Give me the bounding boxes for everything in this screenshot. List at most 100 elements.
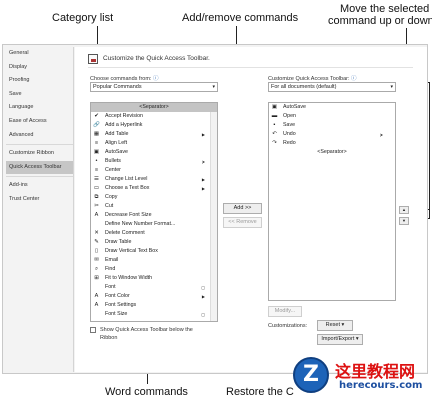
list-item[interactable]: ↷ Redo xyxy=(269,139,395,148)
show-below-ribbon-checkbox[interactable] xyxy=(90,327,96,333)
nav-item-display[interactable]: Display xyxy=(6,61,73,75)
qat-commands-list[interactable]: ▣ AutoSave ▬ Open ▪ Save ↶ Undo |▸ ↷ Redo <Separato… xyxy=(268,102,396,301)
modify-button[interactable]: Modify... xyxy=(268,306,302,317)
nav-item-trust-center[interactable]: Trust Center xyxy=(6,193,73,207)
reset-button[interactable]: Reset ▾ xyxy=(317,320,353,331)
choose-a-text-box-icon: ▭ xyxy=(93,185,100,191)
submenu-indicator-icon: ▢ xyxy=(201,312,205,317)
divider xyxy=(88,67,413,68)
list-item-label: Font Settings xyxy=(105,302,137,308)
autosave-icon: ▣ xyxy=(271,104,278,110)
list-item[interactable]: • Bullets |▸ xyxy=(91,157,217,166)
submenu-indicator-icon: ▶ xyxy=(201,177,205,182)
list-item[interactable]: ▬ Open xyxy=(269,112,395,121)
nav-item-proofing[interactable]: Proofing xyxy=(6,74,73,88)
chevron-down-icon: ▾ xyxy=(212,84,215,90)
list-item-label: Undo xyxy=(283,131,296,137)
fit-to-window-width-icon: ⊞ xyxy=(94,275,99,281)
customize-qat-dropdown[interactable]: For all documents (default) ▾ xyxy=(268,82,396,92)
delete-comment-icon: ✕ xyxy=(94,230,99,236)
show-below-ribbon-label: Show Quick Access Toolbar below the xyxy=(100,327,193,333)
nav-item-add-ins[interactable]: Add-ins xyxy=(6,179,73,193)
list-item[interactable]: Font Size ▢ xyxy=(91,310,217,319)
list-item[interactable]: ✔ Accept Revision xyxy=(91,112,217,121)
list-item[interactable]: A Decrease Font Size xyxy=(91,211,217,220)
nav-item-ease-of-access[interactable]: Ease of Access xyxy=(6,115,73,129)
available-commands-list[interactable]: <Separator> ✔ Accept Revision 🔗 Add a Hyperl… xyxy=(90,102,218,322)
list-item[interactable]: ▭ Choose a Text Box ▶ xyxy=(91,184,217,193)
nav-item-save[interactable]: Save xyxy=(6,88,73,102)
nav-item-language[interactable]: Language xyxy=(6,101,73,115)
list-item[interactable]: ✂ Cut xyxy=(91,202,217,211)
add-button[interactable]: Add >> xyxy=(223,203,262,214)
choose-commands-dropdown[interactable]: Popular Commands ▾ xyxy=(90,82,218,92)
list-item[interactable]: Define New Number Format... xyxy=(91,220,217,229)
list-item[interactable]: ⊞ Fit to Window Width xyxy=(91,274,217,283)
import-export-button[interactable]: Import/Export ▾ xyxy=(317,334,363,345)
list-item-label: Change List Level xyxy=(105,176,148,182)
accept-revision-icon: ✔ xyxy=(94,113,99,119)
list-item[interactable]: 🔗 Add a Hyperlink xyxy=(91,121,217,130)
qat-customize-panel: Customize the Quick Access Toolbar. Choo… xyxy=(75,47,427,372)
decrease-font-size-icon: A xyxy=(94,212,99,218)
list-item[interactable]: ↶ Undo |▸ xyxy=(269,130,395,139)
remove-button[interactable]: << Remove xyxy=(223,217,262,228)
nav-item-customize-ribbon[interactable]: Customize Ribbon xyxy=(6,147,73,161)
list-item[interactable]: A Font Color ▶ xyxy=(91,292,217,301)
logo-icon: Z xyxy=(293,357,329,393)
list-item[interactable]: ≡ Center xyxy=(91,166,217,175)
callout-line xyxy=(429,82,430,218)
nav-item-general[interactable]: General xyxy=(6,47,73,61)
list-item-label: Save xyxy=(283,122,296,128)
list-item[interactable]: <Separator> xyxy=(269,148,395,157)
list-item-label: Define New Number Format... xyxy=(105,221,176,227)
list-item[interactable]: ☰ Change List Level ▶ xyxy=(91,175,217,184)
list-item-label: Bullets xyxy=(105,158,121,164)
list-item[interactable]: ≡ Align Left xyxy=(91,139,217,148)
list-item[interactable]: ▣ AutoSave xyxy=(91,148,217,157)
move-up-button[interactable]: ▲ xyxy=(399,206,409,214)
list-item[interactable]: <Separator> xyxy=(91,103,217,112)
nav-item-quick-access-toolbar[interactable]: Quick Access Toolbar xyxy=(6,160,73,175)
callout-add-remove: Add/remove commands xyxy=(182,12,299,24)
list-item[interactable]: ⌕ Find xyxy=(91,265,217,274)
draw-table-icon: ✎ xyxy=(94,239,99,245)
list-item[interactable]: Font ▢ xyxy=(91,283,217,292)
move-down-button[interactable]: ▼ xyxy=(399,217,409,225)
nav-divider xyxy=(6,144,73,146)
open-icon: ▬ xyxy=(271,113,278,119)
customize-qat-label: Customize Quick Access Toolbar: ⓘ xyxy=(268,76,357,82)
list-item[interactable]: ⧉ Copy xyxy=(91,193,217,202)
draw-vertical-text-box-icon: ▯ xyxy=(94,248,99,254)
email-icon: ✉ xyxy=(94,257,99,263)
list-item-label: Align Left xyxy=(105,140,128,146)
list-item[interactable]: ▦ Add Table ▶ xyxy=(91,130,217,139)
bullets-icon: • xyxy=(95,158,98,164)
list-item-label: Fit to Window Width xyxy=(105,275,153,281)
list-item[interactable]: ▯ Draw Vertical Text Box xyxy=(91,247,217,256)
list-item-label: Font xyxy=(105,284,116,290)
list-item[interactable]: ✕ Delete Comment xyxy=(91,229,217,238)
nav-item-advanced[interactable]: Advanced xyxy=(6,129,73,143)
list-item-label: Add a Hyperlink xyxy=(105,122,143,128)
submenu-indicator-icon: ▢ xyxy=(201,285,205,290)
copy-icon: ⧉ xyxy=(94,194,99,200)
toolbar-icon xyxy=(88,54,98,64)
list-item-label: AutoSave xyxy=(105,149,128,155)
list-item-label: Choose a Text Box xyxy=(105,185,150,191)
watermark-title: 这里教程网 xyxy=(335,362,416,381)
customizations-label: Customizations: xyxy=(268,323,308,329)
list-item-label: Accept Revision xyxy=(105,113,143,119)
list-item[interactable]: ▪ Save xyxy=(269,121,395,130)
list-item[interactable]: ✎ Draw Table xyxy=(91,238,217,247)
add-table-icon: ▦ xyxy=(93,131,100,137)
list-item[interactable]: A Font Settings xyxy=(91,301,217,310)
nav-divider xyxy=(6,176,73,178)
center-icon: ≡ xyxy=(94,167,99,173)
callout-move-line2: command up or down xyxy=(328,15,432,27)
define-new-number-format-icon xyxy=(93,221,100,228)
list-item[interactable]: ✉ Email xyxy=(91,256,217,265)
autosave-icon: ▣ xyxy=(93,149,100,155)
list-item-label: Cut xyxy=(105,203,114,209)
list-item[interactable]: ▣ AutoSave xyxy=(269,103,395,112)
